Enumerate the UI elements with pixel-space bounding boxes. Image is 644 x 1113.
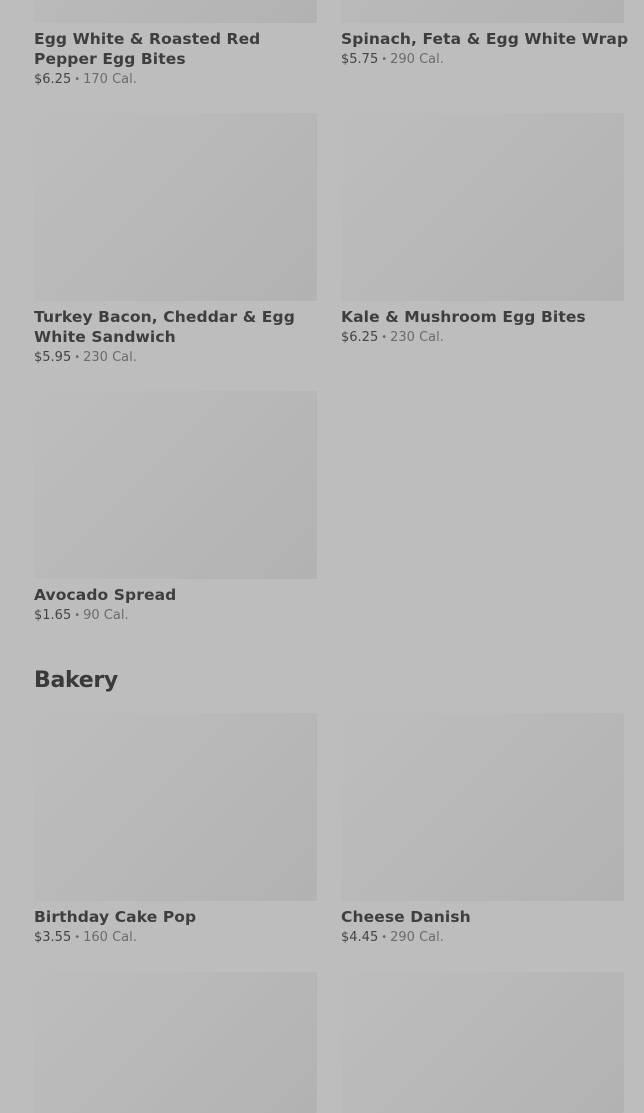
separator-dot: • (74, 932, 81, 943)
menu-item-calories: 160 Cal. (83, 930, 137, 945)
separator-dot: • (74, 74, 81, 85)
menu-item-meta: $6.25 • 170 Cal. (34, 72, 137, 89)
menu-item-calories: 170 Cal. (83, 72, 137, 87)
separator-dot: • (381, 332, 388, 343)
menu-item-image[interactable] (34, 0, 317, 23)
menu-item-price: $3.55 (34, 930, 72, 945)
menu-item-name[interactable]: Cheese Danish (341, 907, 631, 927)
menu-item-image[interactable] (341, 0, 624, 23)
menu-item-price: $5.75 (341, 52, 379, 67)
menu-item-price: $6.25 (341, 330, 379, 345)
menu-item-image[interactable] (34, 713, 317, 901)
menu-item-image[interactable] (34, 113, 317, 301)
menu-item-name[interactable]: Avocado Spread (34, 585, 324, 605)
menu-item-calories: 290 Cal. (390, 52, 444, 67)
menu-item-calories: 230 Cal. (390, 330, 444, 345)
menu-item-meta: $3.55 • 160 Cal. (34, 930, 137, 947)
section-title-bakery: Bakery (34, 668, 118, 693)
separator-dot: • (381, 54, 388, 65)
separator-dot: • (74, 610, 81, 621)
menu-item-image[interactable] (341, 713, 624, 901)
menu-item-price: $1.65 (34, 608, 72, 623)
menu-item-calories: 90 Cal. (83, 608, 129, 623)
menu-item-name[interactable]: Kale & Mushroom Egg Bites (341, 307, 631, 327)
menu-item-meta: $1.65 • 90 Cal. (34, 608, 129, 625)
menu-item-meta: $5.75 • 290 Cal. (341, 52, 444, 69)
separator-dot: • (381, 932, 388, 943)
separator-dot: • (74, 352, 81, 363)
menu-item-image[interactable] (341, 113, 624, 301)
menu-item-name[interactable]: Birthday Cake Pop (34, 907, 324, 927)
menu-item-calories: 230 Cal. (83, 350, 137, 365)
menu-item-image[interactable] (341, 972, 624, 1113)
menu-item-calories: 290 Cal. (390, 930, 444, 945)
menu-item-meta: $6.25 • 230 Cal. (341, 330, 444, 347)
menu-item-price: $6.25 (34, 72, 72, 87)
menu-item-name[interactable]: Spinach, Feta & Egg White Wrap (341, 29, 631, 49)
menu-item-price: $4.45 (341, 930, 379, 945)
menu-item-meta: $4.45 • 290 Cal. (341, 930, 444, 947)
menu-item-image[interactable] (34, 972, 317, 1113)
menu-item-name[interactable]: Turkey Bacon, Cheddar & Egg White Sandwi… (34, 307, 324, 347)
menu-item-meta: $5.95 • 230 Cal. (34, 350, 137, 367)
menu-item-image[interactable] (34, 391, 317, 579)
menu-item-name[interactable]: Egg White & Roasted Red Pepper Egg Bites (34, 29, 324, 69)
menu-item-price: $5.95 (34, 350, 72, 365)
